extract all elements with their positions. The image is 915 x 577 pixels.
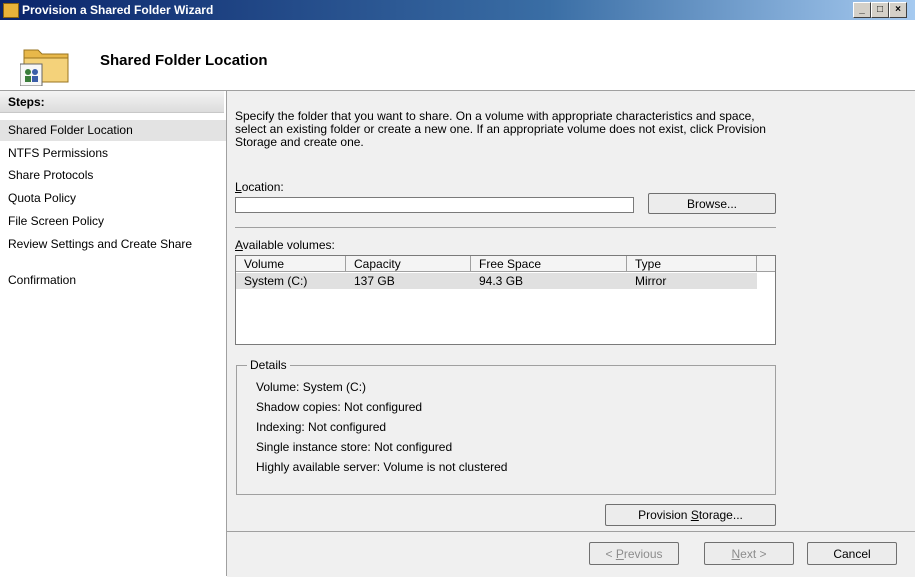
main-content: Specify the folder that you want to shar… <box>227 91 915 531</box>
step-file-screen-policy[interactable]: File Screen Policy <box>0 214 226 228</box>
app-icon <box>3 3 19 18</box>
available-volumes-label: Available volumes: <box>235 238 335 252</box>
steps-title: Steps: <box>0 91 224 113</box>
maximize-button[interactable]: □ <box>871 2 889 18</box>
detail-volume: Volume: System (C:) <box>256 380 367 394</box>
cancel-button[interactable]: Cancel <box>807 542 897 565</box>
shared-folder-icon <box>20 49 69 86</box>
provision-label-pre: Provision <box>638 508 691 522</box>
volumes-label-access-key: A <box>235 238 243 252</box>
previous-label-pre: < <box>605 546 616 561</box>
next-label-access-key: N <box>731 546 741 561</box>
page-title: Shared Folder Location <box>100 52 268 69</box>
location-label-rest: ocation: <box>241 180 284 194</box>
next-label-post: ext > <box>740 546 767 561</box>
separator <box>235 227 776 228</box>
column-header-filler <box>757 256 775 272</box>
detail-single-instance-store: Single instance store: Not configured <box>256 440 453 454</box>
volumes-table[interactable]: Volume Capacity Free Space Type System (… <box>235 255 776 345</box>
column-header-free-space[interactable]: Free Space <box>471 256 627 272</box>
cell-volume: System (C:) <box>244 274 308 288</box>
provision-label-access-key: S <box>690 508 699 522</box>
table-row[interactable]: System (C:) 137 GB 94.3 GB Mirror <box>236 273 757 289</box>
location-label-access-key: L <box>235 180 242 194</box>
volumes-label-rest: vailable volumes: <box>242 238 335 252</box>
close-button[interactable]: × <box>889 2 907 18</box>
next-button[interactable]: Next > <box>704 542 794 565</box>
previous-button[interactable]: < Previous <box>589 542 679 565</box>
steps-panel: Steps: Shared Folder Location NTFS Permi… <box>0 91 227 576</box>
step-review-settings[interactable]: Review Settings and Create Share <box>0 237 200 251</box>
detail-shadow-copies: Shadow copies: Not configured <box>256 400 423 414</box>
step-quota-policy[interactable]: Quota Policy <box>0 191 226 205</box>
step-confirmation[interactable]: Confirmation <box>0 273 226 287</box>
minimize-button[interactable]: _ <box>853 2 871 18</box>
column-header-volume[interactable]: Volume <box>236 256 346 272</box>
location-input[interactable] <box>235 197 634 213</box>
detail-highly-available-server: Highly available server: Volume is not c… <box>256 460 508 474</box>
wizard-header: Shared Folder Location <box>0 20 915 91</box>
step-share-protocols[interactable]: Share Protocols <box>0 168 226 182</box>
cell-type: Mirror <box>635 274 667 288</box>
provision-label-post: torage... <box>698 508 743 522</box>
details-legend: Details <box>247 358 290 372</box>
step-shared-folder-location[interactable]: Shared Folder Location <box>0 120 226 141</box>
detail-indexing: Indexing: Not configured <box>256 420 387 434</box>
column-header-type[interactable]: Type <box>627 256 757 272</box>
column-header-capacity[interactable]: Capacity <box>346 256 471 272</box>
cell-free-space: 94.3 GB <box>479 274 524 288</box>
step-ntfs-permissions[interactable]: NTFS Permissions <box>0 146 226 160</box>
location-label: Location: <box>235 180 284 194</box>
previous-label-post: revious <box>623 546 663 561</box>
cell-capacity: 137 GB <box>354 274 395 288</box>
provision-storage-button[interactable]: Provision Storage... <box>605 504 776 526</box>
wizard-footer: < Previous Next > Cancel <box>227 531 915 577</box>
details-group: Details Volume: System (C:) Shadow copie… <box>236 358 776 495</box>
previous-label-access-key: P <box>615 546 624 561</box>
window-title: Provision a Shared Folder Wizard <box>22 3 214 17</box>
browse-button[interactable]: Browse... <box>648 193 776 214</box>
title-bar[interactable]: Provision a Shared Folder Wizard _ □ × <box>0 0 915 20</box>
description-text: Specify the folder that you want to shar… <box>235 109 766 149</box>
